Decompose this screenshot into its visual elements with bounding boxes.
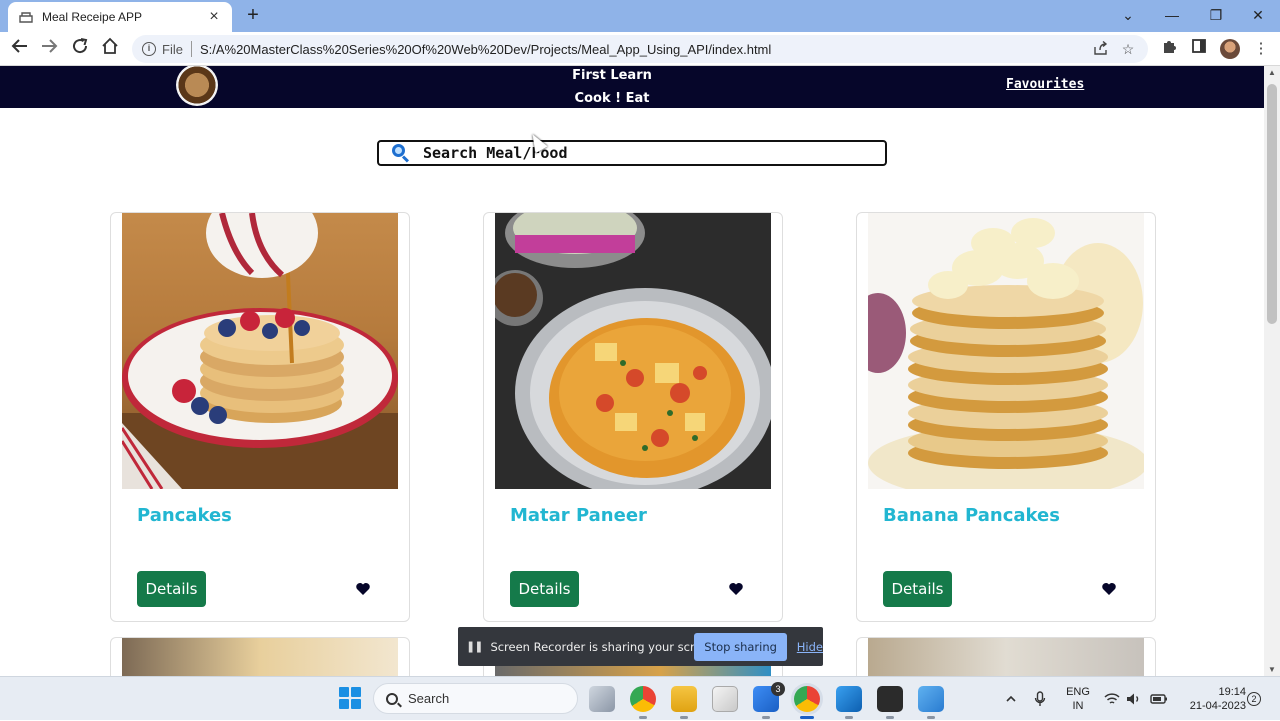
meal-title[interactable]: Banana Pancakes (883, 505, 1060, 526)
share-icon[interactable] (1090, 40, 1110, 58)
tab-close-icon[interactable]: × (206, 8, 222, 26)
microphone-icon[interactable] (1034, 677, 1046, 721)
taskbar-search[interactable]: Search (373, 683, 578, 714)
taskbar-search-icon (386, 692, 398, 705)
notification-badge[interactable]: 2 (1247, 692, 1261, 706)
vscode-icon[interactable] (836, 686, 862, 719)
scrollbar-thumb[interactable] (1267, 84, 1277, 324)
meal-photo (122, 638, 398, 676)
browser-menu-icon[interactable]: ⋮ (1250, 38, 1272, 60)
wifi-icon[interactable] (1104, 677, 1120, 721)
meal-card (110, 637, 410, 676)
reload-icon[interactable] (68, 37, 92, 61)
screen-share-bar: ❚❚ Screen Recorder is sharing your scree… (458, 627, 823, 666)
url-text[interactable]: S:/A%20MasterClass%20Series%20Of%20Web%2… (200, 42, 1082, 57)
site-info-icon[interactable]: i (142, 42, 156, 56)
battery-icon[interactable] (1150, 677, 1168, 721)
todo-badge: 3 (771, 682, 785, 696)
tagline-line-2: Cook ! Eat (574, 91, 650, 106)
hide-link[interactable]: Hide (797, 640, 823, 654)
details-button[interactable]: Details (510, 571, 579, 607)
meal-photo-banana-pancakes (868, 213, 1144, 489)
side-panel-icon[interactable] (1188, 38, 1210, 60)
store-icon[interactable] (712, 686, 738, 712)
magnifier-search-icon (391, 143, 411, 163)
back-arrow-icon[interactable] (8, 37, 32, 61)
home-icon[interactable] (98, 37, 122, 61)
favourite-heart-icon[interactable] (728, 581, 744, 597)
terminal-icon[interactable] (877, 686, 903, 719)
favourites-link[interactable]: Favourites (1006, 77, 1084, 92)
screen-recorder-icon[interactable] (918, 686, 944, 719)
favourite-heart-icon[interactable] (355, 581, 371, 597)
site-logo[interactable] (176, 66, 218, 106)
page-viewport: First Learn Cook ! Eat Favourites Search… (0, 66, 1264, 676)
meal-photo-pancakes (122, 213, 398, 489)
forward-arrow-icon[interactable] (37, 37, 61, 61)
language-code: ENG (1066, 686, 1090, 698)
task-view-icon[interactable] (589, 686, 615, 712)
bookmark-star-icon[interactable]: ☆ (1118, 41, 1138, 58)
page-scrollbar[interactable]: ▲ ▼ (1264, 66, 1280, 676)
address-bar[interactable]: i File S:/A%20MasterClass%20Series%20Of%… (132, 35, 1148, 63)
screen-share-message: Screen Recorder is sharing your screen. (490, 639, 720, 654)
meal-card (856, 637, 1156, 676)
tray-overflow-chevron-icon[interactable] (1005, 677, 1017, 721)
site-tagline: First Learn Cook ! Eat (560, 66, 664, 110)
volume-icon[interactable] (1126, 677, 1142, 721)
meal-photo (868, 638, 1144, 676)
minimize-button[interactable]: — (1152, 2, 1192, 28)
browser-tabstrip: Meal Receipe APP × + ⌄ — ❐ ✕ (0, 0, 1280, 32)
close-window-button[interactable]: ✕ (1238, 2, 1278, 28)
meal-card: Pancakes Details (110, 212, 410, 622)
file-scheme-label: File (162, 41, 183, 57)
tab-search-icon[interactable]: ⌄ (1108, 2, 1148, 28)
windows-taskbar: Search 3 ENG IN 19:14 21-04-2023 2 (0, 676, 1280, 720)
meal-photo-matar-paneer (495, 213, 771, 489)
taskbar-clock[interactable]: 19:14 21-04-2023 (1176, 685, 1246, 713)
windows-start-icon[interactable] (339, 687, 361, 709)
scroll-down-arrow-icon[interactable]: ▼ (1268, 665, 1276, 674)
maximize-button[interactable]: ❐ (1196, 2, 1236, 28)
browser-toolbar: i File S:/A%20MasterClass%20Series%20Of%… (0, 32, 1280, 66)
profile-avatar[interactable] (1220, 39, 1240, 59)
tab-title: Meal Receipe APP (42, 10, 143, 24)
todo-icon[interactable]: 3 (753, 682, 785, 719)
favourite-heart-icon[interactable] (1101, 581, 1117, 597)
browser-tab-active[interactable]: Meal Receipe APP × (8, 2, 232, 32)
meal-card: Banana Pancakes Details (856, 212, 1156, 622)
meal-title[interactable]: Matar Paneer (510, 505, 647, 526)
scroll-up-arrow-icon[interactable]: ▲ (1268, 68, 1276, 77)
site-header: First Learn Cook ! Eat Favourites (0, 66, 1264, 108)
input-language-indicator[interactable]: ENG IN (1064, 685, 1092, 713)
new-tab-button[interactable]: + (242, 4, 264, 26)
file-explorer-icon[interactable] (671, 686, 697, 719)
chrome-profile-icon[interactable] (794, 686, 820, 719)
meal-title[interactable]: Pancakes (137, 505, 232, 526)
meal-card: Matar Paneer Details (483, 212, 783, 622)
pause-icon: ❚❚ (466, 640, 483, 653)
extensions-puzzle-icon[interactable] (1158, 38, 1180, 60)
language-region: IN (1072, 700, 1084, 712)
chrome-icon[interactable] (630, 686, 656, 719)
tagline-line-1: First Learn (572, 68, 652, 83)
address-divider (190, 41, 192, 57)
details-button[interactable]: Details (137, 571, 206, 607)
clock-date: 21-04-2023 (1189, 700, 1246, 712)
meal-search-box[interactable] (377, 140, 887, 166)
stop-sharing-button[interactable]: Stop sharing (694, 632, 787, 661)
clock-time: 19:14 (1218, 686, 1246, 698)
details-button[interactable]: Details (883, 571, 952, 607)
meal-search-input[interactable] (423, 144, 843, 162)
tab-favicon-icon (18, 10, 34, 24)
taskbar-search-label: Search (408, 691, 450, 706)
